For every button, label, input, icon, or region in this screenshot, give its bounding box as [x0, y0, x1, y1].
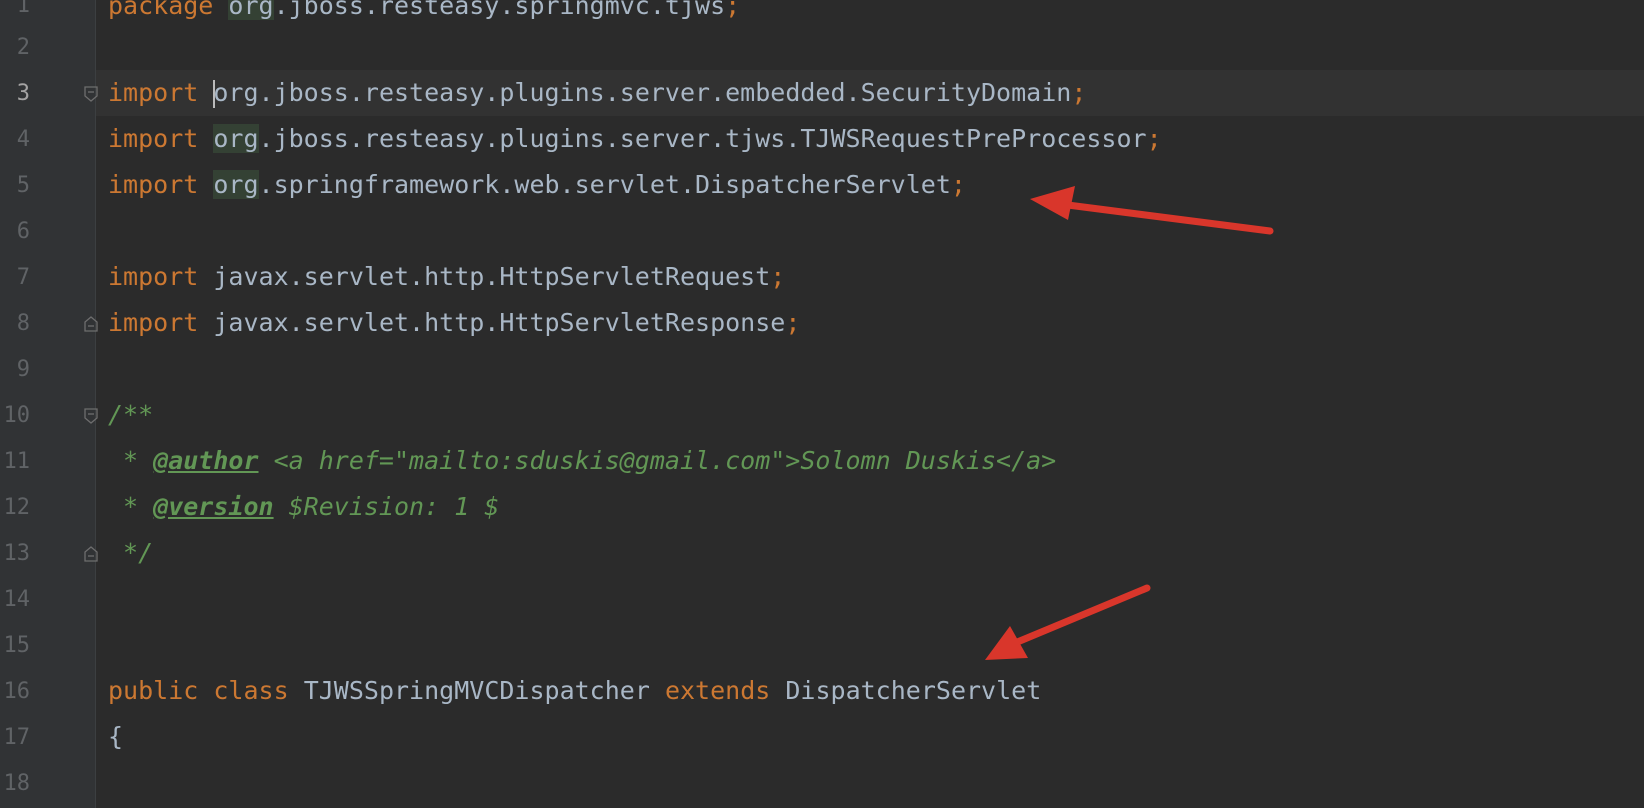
arrow-icon: [1030, 186, 1274, 235]
code-editor[interactable]: 1 2 3 4 5 6 7 8 9 10 11 12 13 14 15 16 1…: [0, 0, 1644, 808]
annotation-arrows: [985, 186, 1274, 660]
arrow-icon: [985, 584, 1151, 660]
